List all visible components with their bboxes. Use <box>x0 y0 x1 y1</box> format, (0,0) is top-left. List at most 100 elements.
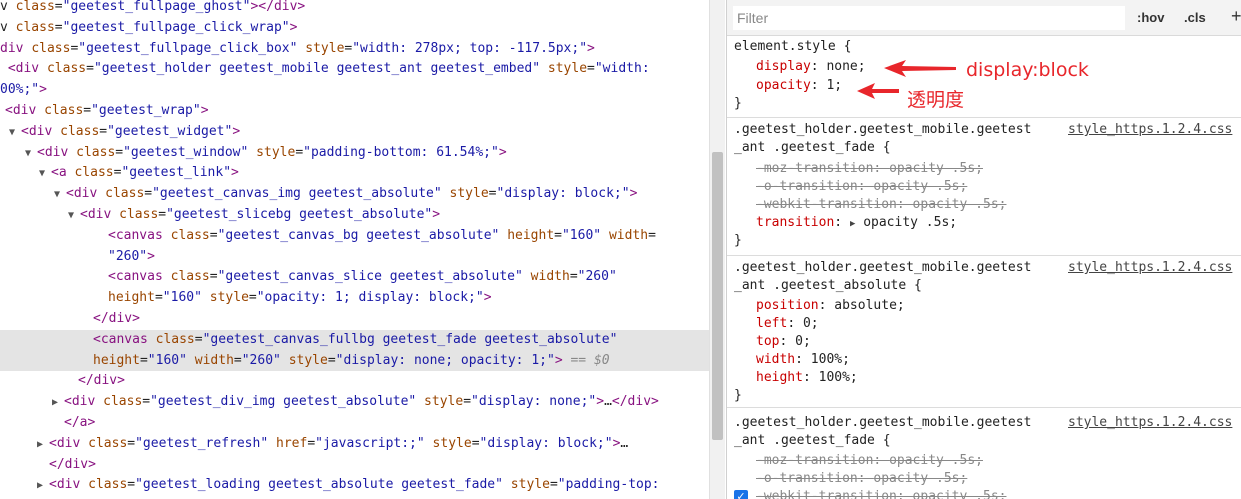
dom-node-line[interactable]: v class="geetest_fullpage_click_wrap"> <box>0 18 709 39</box>
property-value[interactable]: 0; <box>795 334 811 349</box>
dom-token-tag: <div <box>5 103 45 118</box>
dom-token-attr: class <box>46 61 87 77</box>
rule-selector-line1[interactable]: .geetest_holder.geetest_mobile.geetest <box>734 259 1031 277</box>
dom-node-line[interactable]: ▼<div class="geetest_wrap"> <box>0 101 709 122</box>
dom-node-line[interactable]: </div> <box>0 309 709 330</box>
style-property-moz-transition[interactable]: -moz-transition: opacity .5s; <box>756 160 983 178</box>
dom-token-txt: = <box>54 19 63 35</box>
property-value[interactable]: opacity .5s; <box>863 215 957 230</box>
expand-triangle-icon[interactable]: ▶ <box>37 435 49 455</box>
property-value[interactable]: none; <box>826 59 865 74</box>
style-property-position[interactable]: position: absolute; <box>756 297 905 315</box>
dom-node-line[interactable]: ▶ <div class="geetest_loading geetest_abs… <box>0 475 709 496</box>
cls-toggle-button[interactable]: .cls <box>1184 8 1206 28</box>
dom-token-val: "javascript:;" <box>315 435 425 451</box>
dom-token-txt: = <box>115 144 124 160</box>
expand-triangle-icon[interactable]: ▶ <box>37 476 49 496</box>
property-value[interactable]: 1; <box>826 78 842 93</box>
dom-node-line[interactable]: v class="geetest_fullpage_ghost"></div> <box>0 0 709 18</box>
dom-node-selected[interactable]: height="160" width="260" style="display:… <box>0 350 709 372</box>
dom-node-line[interactable]: </a> <box>0 413 709 434</box>
dom-node-line[interactable]: <div class="geetest_holder geetest_mobil… <box>0 59 709 80</box>
dom-node-line[interactable]: "260"> <box>0 247 709 268</box>
dom-token-attr: class <box>170 227 210 243</box>
style-property-left[interactable]: left: 0; <box>756 315 819 333</box>
dom-token-attr: style <box>547 61 588 77</box>
property-value[interactable]: 0; <box>803 316 819 331</box>
dom-token-txt: = <box>471 435 480 451</box>
rule-selector-line2[interactable]: _ant .geetest_fade { <box>734 432 891 450</box>
dom-node-line[interactable]: ▶ <div class="geetest_refresh" href="java… <box>0 434 709 455</box>
collapse-triangle-icon[interactable]: ▼ <box>25 144 37 164</box>
dom-node-line[interactable]: ▼ <div class="geetest_widget"> <box>0 122 709 143</box>
style-property-opacity[interactable]: opacity: 1; <box>756 77 842 95</box>
dom-token-val: "geetest_fullpage_click_box" <box>78 40 298 56</box>
rule-selector-line1[interactable]: .geetest_holder.geetest_mobile.geetest <box>734 414 1031 432</box>
dom-node-line[interactable]: </div> <box>0 455 709 476</box>
property-value[interactable]: opacity .5s; <box>873 179 967 194</box>
dom-node-line[interactable]: ▼ <a class="geetest_link"> <box>0 163 709 184</box>
dom-token-val: "260" <box>108 248 148 264</box>
dom-token-val: "display: block;" <box>479 435 613 451</box>
property-value[interactable]: opacity .5s; <box>889 161 983 176</box>
style-property-webkit-transition[interactable]: -webkit-transition: opacity .5s; <box>756 196 1006 214</box>
dom-token-attr: class <box>105 186 145 202</box>
property-value[interactable]: opacity .5s; <box>889 453 983 468</box>
style-rule-absolute: .geetest_holder.geetest_mobile.geetest s… <box>727 256 1241 408</box>
dom-token-txt <box>268 436 276 451</box>
dom-token-attr: class <box>103 394 143 410</box>
dom-node-line[interactable]: ▼ <div class="geetest_window" style="padd… <box>0 143 709 164</box>
dom-token-tag: <div <box>64 394 104 410</box>
style-property-o-transition[interactable]: -o-transition: opacity .5s; <box>756 178 967 196</box>
collapse-triangle-icon[interactable]: ▼ <box>9 123 21 143</box>
dom-token-txt: v <box>0 19 16 35</box>
dom-token-attr: class <box>88 435 128 451</box>
dom-node-line[interactable]: div class="geetest_fullpage_click_box" s… <box>0 39 709 60</box>
property-enabled-checkbox[interactable]: ✓ <box>734 490 748 499</box>
rule-selector-line2[interactable]: _ant .geetest_fade { <box>734 139 891 157</box>
new-style-rule-button[interactable]: + <box>1231 6 1241 26</box>
dom-token-txt: = <box>54 0 63 14</box>
dom-token-attr: width <box>530 269 570 285</box>
collapse-triangle-icon[interactable]: ▼ <box>54 185 66 205</box>
property-value[interactable]: opacity .5s; <box>913 489 1007 499</box>
dom-node-line[interactable]: <canvas class="geetest_canvas_slice geet… <box>0 267 709 288</box>
style-property-o-transition[interactable]: -o-transition: opacity .5s; <box>756 470 967 488</box>
dom-node-line[interactable]: </div> <box>0 371 709 392</box>
dom-node-selected[interactable]: <canvas class="geetest_canvas_fullbg gee… <box>0 329 709 351</box>
collapse-triangle-icon[interactable]: ▼ <box>39 164 51 184</box>
dom-token-val: "geetest_wrap" <box>91 103 201 118</box>
property-value[interactable]: 100%; <box>811 352 850 367</box>
style-property-display[interactable]: display: none; <box>756 58 866 76</box>
rule-selector-line2[interactable]: _ant .geetest_absolute { <box>734 277 922 295</box>
property-value[interactable]: 100%; <box>819 370 858 385</box>
elements-scrollbar[interactable] <box>709 0 725 499</box>
property-value[interactable]: opacity .5s; <box>873 471 967 486</box>
rule-source-link[interactable]: style_https.1.2.4.css <box>1068 414 1232 432</box>
style-property-transition[interactable]: transition: ▶ opacity .5s; <box>756 214 957 232</box>
style-property-webkit-transition[interactable]: -webkit-transition: opacity .5s; <box>756 488 1006 499</box>
style-property-moz-transition[interactable]: -moz-transition: opacity .5s; <box>756 452 983 470</box>
dom-token-txt: = <box>648 227 656 243</box>
dom-token-txt <box>281 353 289 368</box>
property-value[interactable]: absolute; <box>834 298 904 313</box>
elements-scrollbar-thumb[interactable] <box>712 152 723 440</box>
rule-source-link[interactable]: style_https.1.2.4.css <box>1068 121 1232 139</box>
dom-node-line[interactable]: ▼ <div class="geetest_slicebg geetest_abs… <box>0 205 709 226</box>
expand-triangle-icon[interactable]: ▶ <box>52 393 64 413</box>
hov-toggle-button[interactable]: :hov <box>1137 8 1164 28</box>
dom-node-line[interactable]: <canvas class="geetest_canvas_bg geetest… <box>0 226 709 247</box>
dom-node-line[interactable]: ▼ <div class="geetest_canvas_img geetest_… <box>0 184 709 205</box>
dom-node-line[interactable]: 00%;"> <box>0 80 709 101</box>
dom-token-attr: style <box>510 477 550 493</box>
filter-input[interactable] <box>733 6 1125 30</box>
dom-node-line[interactable]: height="160" style="opacity: 1; display:… <box>0 288 709 309</box>
property-value[interactable]: opacity .5s; <box>913 197 1007 212</box>
collapse-triangle-icon[interactable]: ▼ <box>68 206 80 226</box>
dom-node-line[interactable]: ▶ <div class="geetest_div_img geetest_abs… <box>0 392 709 413</box>
style-property-width[interactable]: width: 100%; <box>756 351 850 369</box>
style-property-height[interactable]: height: 100%; <box>756 369 858 387</box>
style-property-top[interactable]: top: 0; <box>756 333 811 351</box>
rule-selector-line1[interactable]: .geetest_holder.geetest_mobile.geetest <box>734 121 1031 139</box>
rule-source-link[interactable]: style_https.1.2.4.css <box>1068 259 1232 277</box>
